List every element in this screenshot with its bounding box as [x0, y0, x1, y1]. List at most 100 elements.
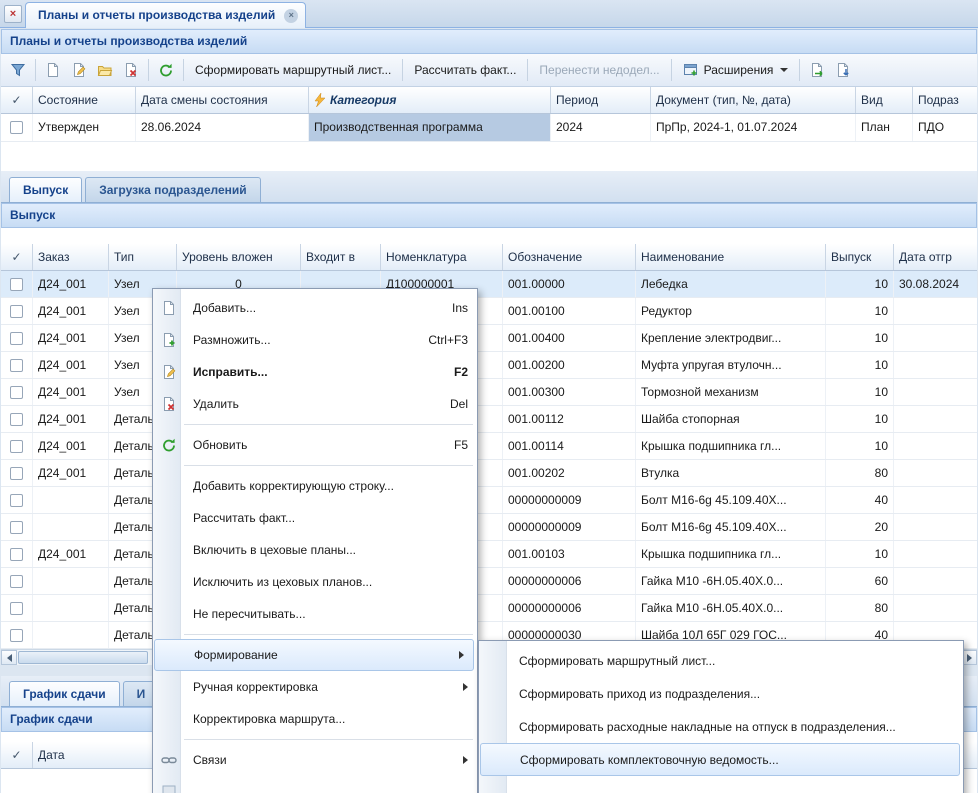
- row-checkbox[interactable]: [1, 460, 33, 486]
- column-header-order[interactable]: Заказ: [33, 244, 109, 270]
- row-checkbox[interactable]: [1, 433, 33, 459]
- submenu-item-receipt-from-department[interactable]: Сформировать приход из подразделения...: [479, 677, 963, 710]
- tab-close-icon[interactable]: ×: [284, 9, 298, 23]
- menu-item-duplicate[interactable]: Размножить... Ctrl+F3: [153, 324, 477, 356]
- checkbox[interactable]: [10, 521, 23, 534]
- column-header-qty[interactable]: Выпуск: [826, 244, 894, 270]
- menu-item-include-shop-plans[interactable]: Включить в цеховые планы...: [153, 534, 477, 566]
- column-header-nomenclature[interactable]: Номенклатура: [381, 244, 503, 270]
- checkbox[interactable]: [10, 305, 23, 318]
- checkbox[interactable]: [10, 629, 23, 642]
- scroll-left-button[interactable]: [1, 650, 17, 665]
- import-button[interactable]: [830, 57, 856, 83]
- checkbox[interactable]: [10, 121, 23, 134]
- row-checkbox[interactable]: [1, 568, 33, 594]
- tab-output[interactable]: Выпуск: [9, 177, 82, 202]
- row-checkbox[interactable]: [1, 541, 33, 567]
- menu-item-delete[interactable]: Удалить Del: [153, 388, 477, 420]
- check-column-header[interactable]: ✓: [1, 244, 33, 270]
- extensions-button[interactable]: Расширения: [676, 58, 796, 82]
- document-tab[interactable]: Планы и отчеты производства изделий ×: [25, 2, 306, 28]
- calc-fact-button[interactable]: Рассчитать факт...: [407, 59, 523, 81]
- row-checkbox[interactable]: [1, 271, 33, 297]
- menu-item-links[interactable]: Связи: [153, 744, 477, 776]
- menu-item-refresh[interactable]: Обновить F5: [153, 429, 477, 461]
- table-row[interactable]: Д24_001 Деталь 001.00112 Шайба стопорная…: [1, 406, 977, 433]
- add-button[interactable]: [40, 57, 66, 83]
- row-checkbox[interactable]: [1, 379, 33, 405]
- menu-item-route-correction[interactable]: Корректировка маршрута...: [153, 703, 477, 735]
- checkbox[interactable]: [10, 278, 23, 291]
- close-tab-button[interactable]: ×: [4, 5, 22, 23]
- check-column-header[interactable]: ✓: [1, 742, 33, 768]
- submenu-item-route-sheet[interactable]: Сформировать маршрутный лист...: [479, 644, 963, 677]
- menu-item-calc-fact[interactable]: Рассчитать факт...: [153, 502, 477, 534]
- table-row[interactable]: Д24_001 Деталь 001.00114 Крышка подшипни…: [1, 433, 977, 460]
- table-row[interactable]: Утвержден 28.06.2024 Производственная пр…: [1, 114, 977, 142]
- table-row[interactable]: Деталь 00000000006 Гайка М10 -6Н.05.40Х.…: [1, 568, 977, 595]
- menu-item-add-correction-row[interactable]: Добавить корректирующую строку...: [153, 470, 477, 502]
- checkbox[interactable]: [10, 602, 23, 615]
- column-header-state[interactable]: Состояние: [33, 87, 136, 113]
- column-header-state-date[interactable]: Дата смены состояния: [136, 87, 309, 113]
- filter-button[interactable]: [5, 57, 31, 83]
- checkbox[interactable]: [10, 494, 23, 507]
- column-header-type[interactable]: Тип: [109, 244, 177, 270]
- checkbox[interactable]: [10, 575, 23, 588]
- table-row[interactable]: Д24_001 Деталь 001.00103 Крышка подшипни…: [1, 541, 977, 568]
- row-checkbox[interactable]: [1, 406, 33, 432]
- checkbox[interactable]: [10, 440, 23, 453]
- delete-button[interactable]: [118, 57, 144, 83]
- column-header-category[interactable]: Категория: [309, 87, 551, 113]
- menu-item-edit[interactable]: Исправить... F2: [153, 356, 477, 388]
- table-row[interactable]: Д24_001 Узел 001.00300 Тормозной механиз…: [1, 379, 977, 406]
- refresh-button[interactable]: [153, 57, 179, 83]
- column-header-date[interactable]: Дата: [33, 742, 153, 768]
- menu-item-manual-correction[interactable]: Ручная корректировка: [153, 671, 477, 703]
- menu-item-formation[interactable]: Формирование: [154, 639, 474, 671]
- checkbox[interactable]: [10, 332, 23, 345]
- table-row[interactable]: Д24_001 Узел 001.00200 Муфта упругая вту…: [1, 352, 977, 379]
- checkbox[interactable]: [10, 386, 23, 399]
- row-checkbox[interactable]: [1, 114, 33, 141]
- edit-button[interactable]: [66, 57, 92, 83]
- column-header-dept[interactable]: Подраз: [913, 87, 977, 113]
- scrollbar-thumb[interactable]: [18, 651, 148, 664]
- checkbox[interactable]: [10, 467, 23, 480]
- row-checkbox[interactable]: [1, 595, 33, 621]
- column-header-parent[interactable]: Входит в: [301, 244, 381, 270]
- check-column-header[interactable]: ✓: [1, 87, 33, 113]
- checkbox[interactable]: [10, 548, 23, 561]
- column-header-document[interactable]: Документ (тип, №, дата): [651, 87, 856, 113]
- submenu-item-picking-list[interactable]: Сформировать комплектовочную ведомость..…: [480, 743, 960, 776]
- column-header-name[interactable]: Наименование: [636, 244, 826, 270]
- table-row[interactable]: Д24_001 Узел 001.00100 Редуктор 10: [1, 298, 977, 325]
- submenu-item-cut[interactable]: [479, 776, 963, 793]
- menu-item-cut[interactable]: [153, 776, 477, 793]
- table-row[interactable]: Деталь 00000000009 Болт М16-6g 45.109.40…: [1, 487, 977, 514]
- table-row[interactable]: Деталь 00000000009 Болт М16-6g 45.109.40…: [1, 514, 977, 541]
- row-checkbox[interactable]: [1, 514, 33, 540]
- row-checkbox[interactable]: [1, 325, 33, 351]
- column-header-kind[interactable]: Вид: [856, 87, 913, 113]
- column-header-level[interactable]: Уровень вложен: [177, 244, 301, 270]
- submenu-item-expense-invoices[interactable]: Сформировать расходные накладные на отпу…: [479, 710, 963, 743]
- format-route-sheet-button[interactable]: Сформировать маршрутный лист...: [188, 59, 398, 81]
- column-header-ship-date[interactable]: Дата отгр: [894, 244, 977, 270]
- tab-load-departments[interactable]: Загрузка подразделений: [85, 177, 260, 202]
- table-row[interactable]: Д24_001 Узел 001.00400 Крепление электро…: [1, 325, 977, 352]
- table-row[interactable]: Д24_001 Узел 0 Д100000001 001.00000 Лебе…: [1, 271, 977, 298]
- column-header-period[interactable]: Период: [551, 87, 651, 113]
- row-checkbox[interactable]: [1, 622, 33, 648]
- menu-item-no-recalc[interactable]: Не пересчитывать...: [153, 598, 477, 630]
- row-checkbox[interactable]: [1, 487, 33, 513]
- open-button[interactable]: [92, 57, 118, 83]
- table-row[interactable]: Деталь 00000000006 Гайка М10 -6Н.05.40Х.…: [1, 595, 977, 622]
- menu-item-add[interactable]: Добавить... Ins: [153, 292, 477, 324]
- export-button[interactable]: [804, 57, 830, 83]
- menu-item-exclude-shop-plans[interactable]: Исключить из цеховых планов...: [153, 566, 477, 598]
- checkbox[interactable]: [10, 359, 23, 372]
- table-row[interactable]: Д24_001 Деталь 001.00202 Втулка 80: [1, 460, 977, 487]
- checkbox[interactable]: [10, 413, 23, 426]
- row-checkbox[interactable]: [1, 298, 33, 324]
